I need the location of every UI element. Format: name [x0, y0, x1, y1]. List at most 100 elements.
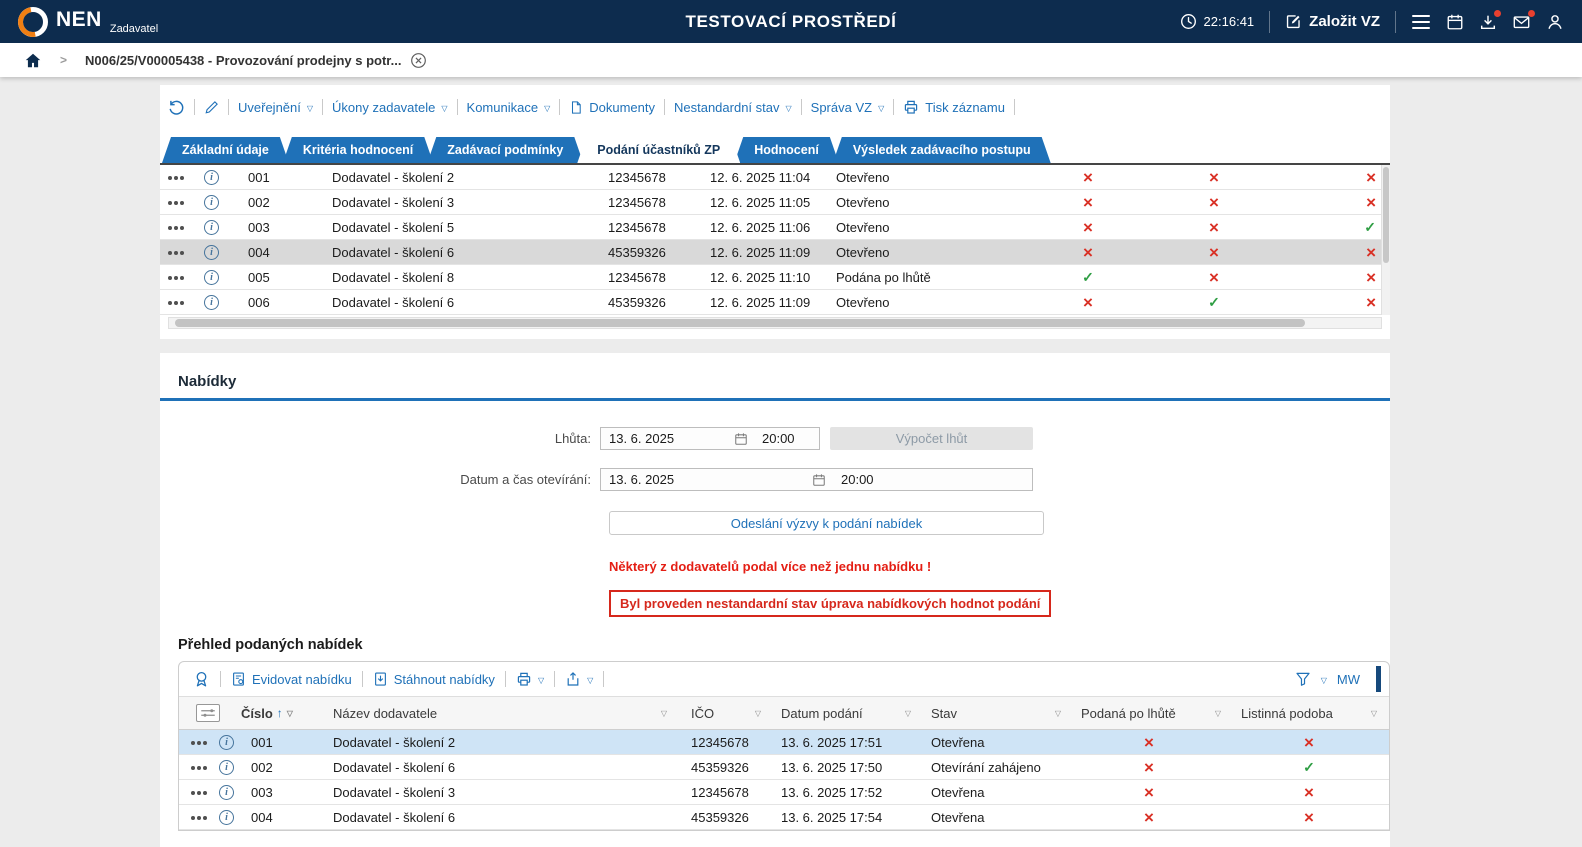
filter-dropdown-icon[interactable]: ▽	[755, 709, 761, 718]
column-header-podana-po-lhute[interactable]: Podaná po lhůtě ▽	[1069, 706, 1229, 721]
nen-logo[interactable]: NEN Zadavatel	[18, 7, 158, 37]
cell-dodavatel: Dodavatel - školení 2	[319, 735, 679, 750]
menu-komunikace[interactable]: Komunikace ▽	[467, 100, 551, 115]
calendar-icon[interactable]	[807, 473, 831, 487]
edit-icon	[1285, 13, 1302, 30]
download-offers-button[interactable]: Stáhnout nabídky	[373, 671, 495, 687]
menu-tisk-zaznamu[interactable]: Tisk záznamu	[903, 99, 1005, 115]
table-row[interactable]: i 006 Dodavatel - školení 6 45359326 12.…	[160, 290, 1390, 315]
menu-uverejneni[interactable]: Uveřejnění ▽	[238, 100, 313, 115]
tab-zakladni-udaje[interactable]: Základní údaje	[162, 137, 289, 163]
info-icon[interactable]: i	[219, 760, 247, 775]
flag-icon	[1012, 244, 1164, 261]
horizontal-scrollbar[interactable]	[168, 317, 1382, 329]
column-header-ico[interactable]: IČO ▽	[679, 706, 769, 721]
row-menu-icon[interactable]	[179, 739, 219, 745]
menu-sprava-vz[interactable]: Správa VZ ▽	[811, 100, 885, 115]
home-icon[interactable]	[24, 52, 42, 69]
table-row-selected[interactable]: i 004 Dodavatel - školení 6 45359326 12.…	[160, 240, 1390, 265]
print-button[interactable]: ▽	[516, 671, 544, 687]
column-settings-cell[interactable]	[179, 704, 237, 722]
deadline-date-value[interactable]: 13. 6. 2025	[601, 431, 729, 446]
column-header-datum-podani[interactable]: Datum podání ▽	[769, 706, 919, 721]
info-icon[interactable]: i	[204, 295, 234, 310]
opening-time-value[interactable]: 20:00	[831, 472, 1032, 487]
table-row[interactable]: i 003 Dodavatel - školení 5 12345678 12.…	[160, 215, 1390, 240]
menu-ukony-zadavatele[interactable]: Úkony zadavatele ▽	[332, 100, 448, 115]
info-icon[interactable]: i	[204, 220, 234, 235]
table-row[interactable]: i 002 Dodavatel - školení 3 12345678 12.…	[160, 190, 1390, 215]
filter-dropdown-icon[interactable]: ▽	[1055, 709, 1061, 718]
scrollbar-thumb[interactable]	[1383, 167, 1389, 263]
row-menu-icon[interactable]	[168, 274, 204, 280]
column-header-cislo[interactable]: Číslo ↑ ▽	[237, 706, 319, 721]
column-header-stav[interactable]: Stav ▽	[919, 706, 1069, 721]
tab-zadavaci-podminky[interactable]: Zadávací podmínky	[427, 137, 583, 163]
calendar-icon[interactable]	[729, 432, 753, 446]
table-row-selected[interactable]: i 001 Dodavatel - školení 2 12345678 13.…	[179, 730, 1389, 755]
filter-dropdown-icon[interactable]: ▽	[287, 709, 293, 718]
messages-icon[interactable]	[1512, 13, 1531, 31]
opening-datetime-field[interactable]: 13. 6. 2025 20:00	[600, 468, 1033, 491]
table-row[interactable]: i 004 Dodavatel - školení 6 45359326 13.…	[179, 805, 1389, 830]
create-vz-button[interactable]: Založit VZ	[1285, 13, 1380, 30]
info-icon[interactable]: i	[219, 785, 247, 800]
info-icon[interactable]: i	[204, 270, 234, 285]
row-menu-icon[interactable]	[168, 199, 204, 205]
mw-toggle[interactable]: MW	[1337, 672, 1360, 687]
user-icon[interactable]	[1546, 13, 1564, 31]
table-row[interactable]: i 005 Dodavatel - školení 8 12345678 12.…	[160, 265, 1390, 290]
info-icon[interactable]: i	[204, 245, 234, 260]
deadline-time-value[interactable]: 20:00	[753, 431, 819, 446]
row-menu-icon[interactable]	[168, 299, 204, 305]
tab-kriteria-hodnoceni[interactable]: Kritéria hodnocení	[283, 137, 433, 163]
tab-podani-ucastniku-zp[interactable]: Podání účastníků ZP	[577, 137, 740, 163]
table-row[interactable]: i 002 Dodavatel - školení 6 45359326 13.…	[179, 755, 1389, 780]
cell-datum: 12. 6. 2025 11:05	[694, 195, 822, 210]
row-menu-icon[interactable]	[179, 764, 219, 770]
export-button[interactable]: ▽	[565, 671, 593, 687]
register-offer-button[interactable]: Evidovat nabídku	[231, 671, 352, 687]
row-menu-icon[interactable]	[179, 789, 219, 795]
medal-icon[interactable]	[193, 670, 210, 688]
column-header-listinna-podoba[interactable]: Listinná podoba ▽	[1229, 706, 1389, 721]
filter-dropdown-icon[interactable]: ▽	[661, 709, 667, 718]
calc-deadlines-button[interactable]: Výpočet lhůt	[830, 427, 1033, 450]
filter-dropdown-icon[interactable]: ▽	[905, 709, 911, 718]
send-call-button[interactable]: Odeslání výzvy k podání nabídek	[609, 511, 1044, 535]
scrollbar-thumb[interactable]	[175, 319, 1305, 327]
info-icon[interactable]: i	[219, 810, 247, 825]
column-header-nazev[interactable]: Název dodavatele ▽	[319, 706, 679, 721]
tab-vysledek-zadavaciho-postupu[interactable]: Výsledek zadávacího postupu	[833, 137, 1051, 163]
cell-ico: 45359326	[679, 760, 769, 775]
panel-scrollbar[interactable]	[1376, 666, 1381, 692]
history-icon[interactable]	[168, 99, 185, 116]
table-row[interactable]: i 003 Dodavatel - školení 3 12345678 13.…	[179, 780, 1389, 805]
info-icon[interactable]: i	[204, 195, 234, 210]
row-menu-icon[interactable]	[168, 224, 204, 230]
vertical-scrollbar[interactable]	[1381, 165, 1390, 315]
row-menu-icon[interactable]	[168, 249, 204, 255]
calendar-icon[interactable]	[1446, 13, 1464, 31]
filter-dropdown-icon[interactable]: ▽	[1371, 709, 1377, 718]
menu-nestandardni-stav[interactable]: Nestandardní stav ▽	[674, 100, 792, 115]
dropdown-icon[interactable]: ▽	[1321, 676, 1327, 685]
filter-icon[interactable]	[1295, 671, 1311, 687]
deadline-datetime-field[interactable]: 13. 6. 2025 20:00	[600, 427, 820, 450]
button-label: Stáhnout nabídky	[394, 672, 495, 687]
pencil-icon[interactable]	[204, 100, 219, 115]
tab-hodnoceni[interactable]: Hodnocení	[734, 137, 839, 163]
info-icon[interactable]: i	[204, 170, 234, 185]
opening-date-value[interactable]: 13. 6. 2025	[601, 472, 807, 487]
info-icon[interactable]: i	[219, 735, 247, 750]
column-settings-icon[interactable]	[196, 704, 220, 722]
row-menu-icon[interactable]	[179, 814, 219, 820]
menu-dokumenty[interactable]: Dokumenty	[569, 100, 655, 115]
close-circle-icon[interactable]	[410, 52, 427, 69]
table-row[interactable]: i 001 Dodavatel - školení 2 12345678 12.…	[160, 165, 1390, 190]
row-menu-icon[interactable]	[168, 174, 204, 180]
downloads-icon[interactable]	[1479, 13, 1497, 31]
filter-dropdown-icon[interactable]: ▽	[1215, 709, 1221, 718]
breadcrumb-item[interactable]: N006/25/V00005438 - Provozování prodejny…	[85, 52, 427, 69]
menu-icon[interactable]	[1411, 13, 1431, 31]
